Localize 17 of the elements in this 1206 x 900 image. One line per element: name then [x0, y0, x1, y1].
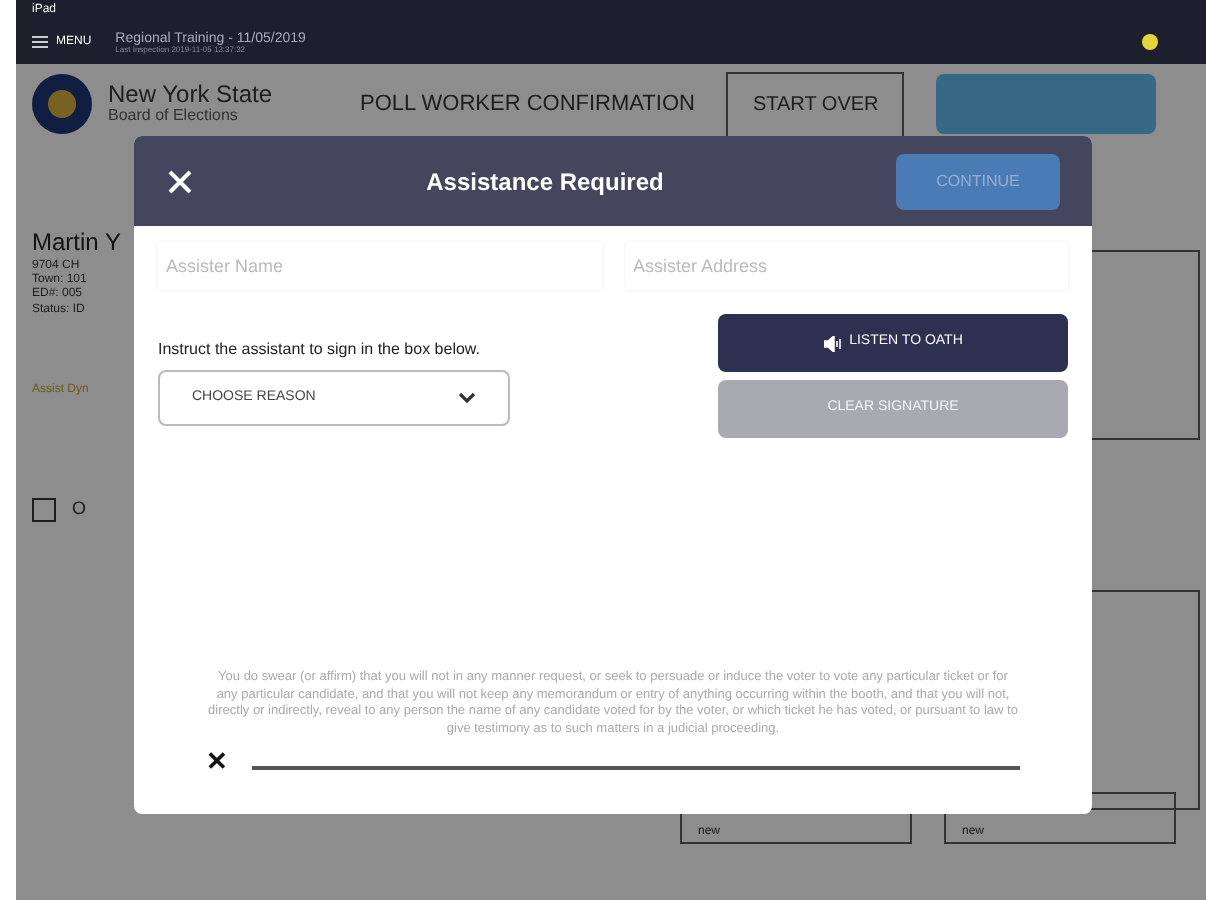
page-title: POLL WORKER CONFIRMATION [360, 89, 695, 120]
option-checkbox[interactable] [32, 497, 56, 521]
menu-icon [32, 36, 48, 48]
signature-mark: ✕ [206, 748, 228, 774]
close-icon [166, 167, 194, 195]
chevron-down-icon [458, 392, 476, 404]
seal-icon [32, 74, 92, 134]
close-button[interactable] [166, 167, 194, 195]
instruction-text: Instruct the assistant to sign in the box below. [158, 338, 482, 362]
org-name: New York State [108, 82, 275, 108]
option-label: O [72, 495, 87, 522]
org-subtitle: Board of Elections [108, 108, 240, 126]
voter-name: Martin Y [32, 226, 121, 259]
modal-title: Assistance Required [424, 165, 666, 199]
input-field[interactable]: Assister Address [625, 242, 1068, 290]
speaker-icon [823, 335, 842, 351]
input-field[interactable]: Assister Name [158, 242, 601, 290]
